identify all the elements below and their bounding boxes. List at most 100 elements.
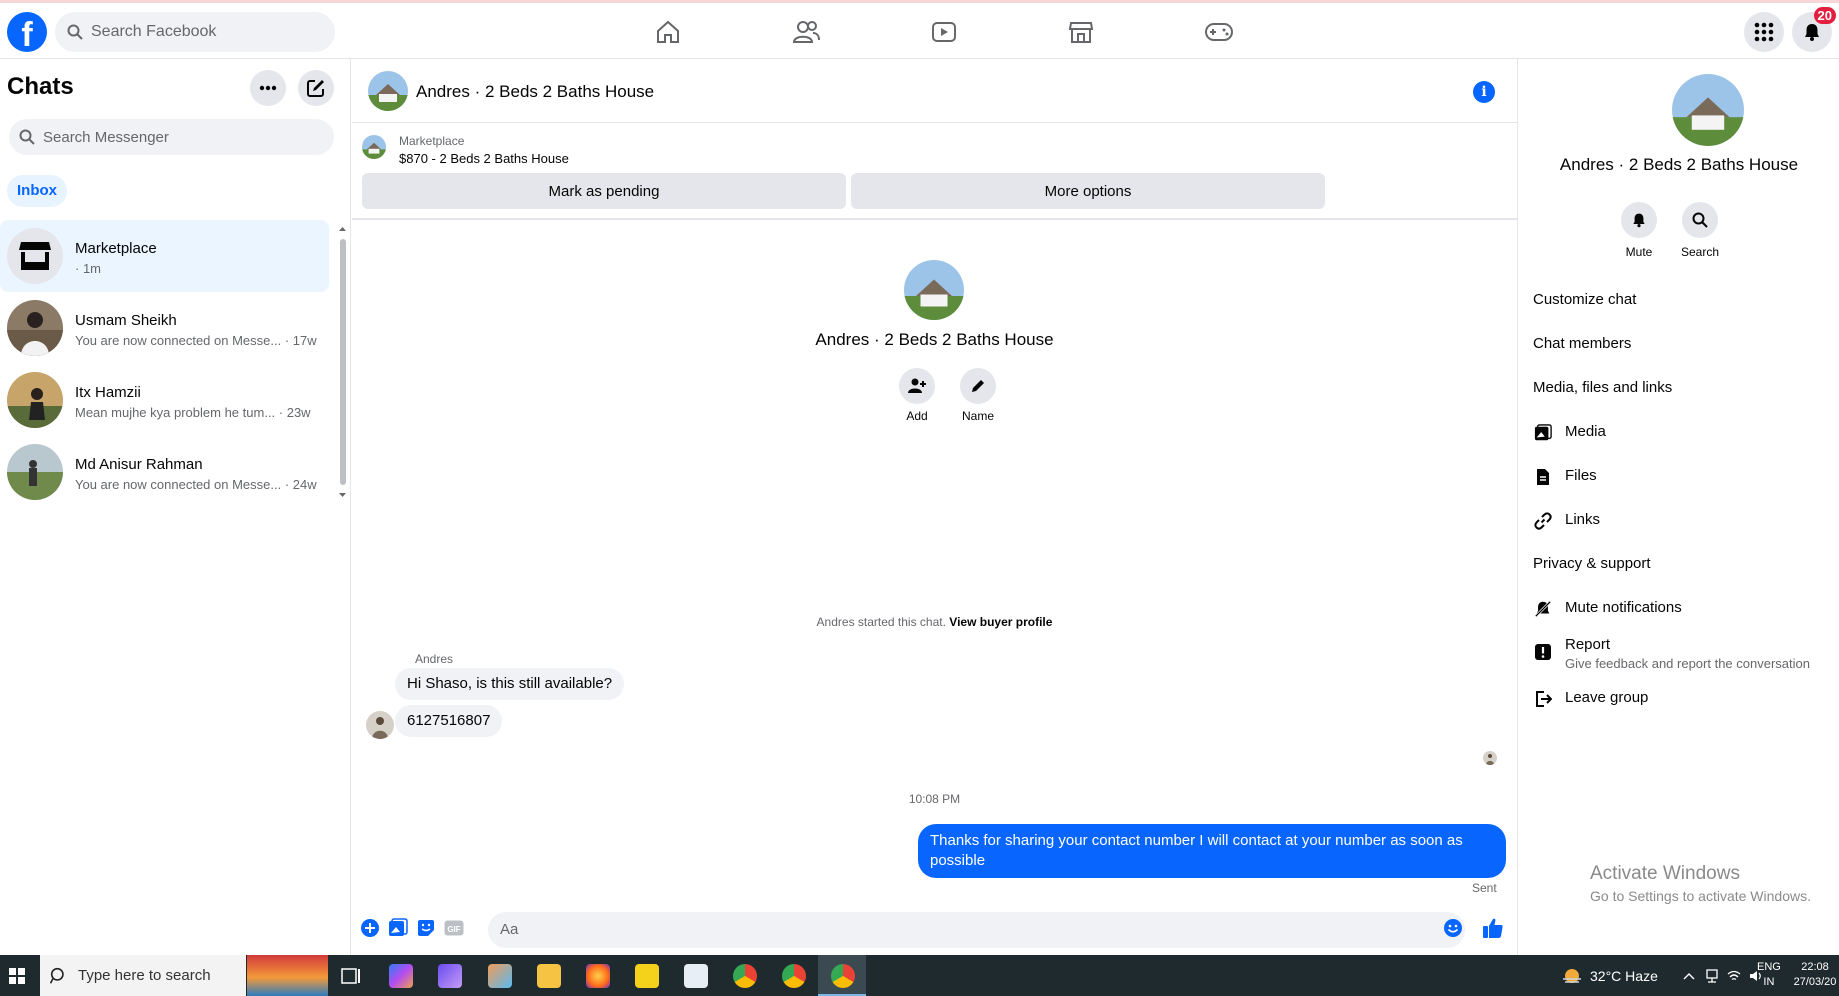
- search-icon: [67, 24, 83, 40]
- report-item[interactable]: Report Give feedback and report the conv…: [1533, 636, 1810, 671]
- search-conversation-button[interactable]: Search: [1670, 202, 1730, 259]
- notifications-button[interactable]: 20: [1792, 7, 1836, 52]
- messenger-search-input[interactable]: Search Messenger: [9, 119, 334, 155]
- privacy-support-section[interactable]: Privacy & support: [1533, 555, 1651, 572]
- like-icon[interactable]: [1482, 917, 1504, 939]
- chat-started-notice: Andres started this chat. View buyer pro…: [816, 615, 1053, 629]
- details-title: Andres · 2 Beds 2 Baths House: [1559, 155, 1799, 174]
- chrome-profile-icon[interactable]: [782, 964, 806, 988]
- avatar: [904, 260, 964, 320]
- links-item[interactable]: Links: [1533, 511, 1600, 531]
- add-people-button[interactable]: Add: [887, 368, 947, 423]
- gaming-icon[interactable]: [1204, 17, 1234, 47]
- mute-notifications-item[interactable]: Mute notifications: [1533, 599, 1682, 619]
- chat-list-item[interactable]: Marketplace · 1m: [0, 220, 329, 292]
- clock[interactable]: 22:08 27/03/20: [1791, 960, 1839, 990]
- menu-button[interactable]: [1744, 12, 1784, 52]
- activate-windows-watermark: Activate Windows Go to Settings to activ…: [1590, 863, 1811, 904]
- marketplace-icon[interactable]: [1066, 17, 1096, 47]
- conversation-title[interactable]: Andres · 2 Beds 2 Baths House: [416, 82, 654, 102]
- media-item[interactable]: Media: [1533, 423, 1606, 443]
- sticker-icon[interactable]: [415, 917, 437, 939]
- mute-notifications-label: Mute notifications: [1565, 599, 1682, 616]
- system-tray-icons[interactable]: [1683, 955, 1763, 996]
- avatar[interactable]: [368, 71, 408, 111]
- view-buyer-profile-link[interactable]: View buyer profile: [949, 615, 1052, 629]
- info-icon[interactable]: i: [1473, 81, 1495, 103]
- taskbar-search-input[interactable]: Type here to search: [40, 955, 246, 996]
- search-highlight-image[interactable]: [247, 955, 328, 996]
- start-button[interactable]: [0, 955, 33, 996]
- chat-list-scrollbar[interactable]: [340, 239, 346, 485]
- links-label: Links: [1565, 511, 1601, 528]
- chat-members-section[interactable]: Chat members: [1533, 335, 1631, 352]
- watermark-title: Activate Windows: [1590, 863, 1740, 884]
- region-code: IN: [1763, 976, 1775, 988]
- avatar[interactable]: [1672, 74, 1744, 146]
- facebook-logo[interactable]: f: [7, 12, 47, 52]
- new-message-button[interactable]: [298, 70, 334, 106]
- media-files-links-section[interactable]: Media, files and links: [1533, 379, 1672, 396]
- notepad-icon[interactable]: [684, 964, 708, 988]
- chrome-icon[interactable]: [733, 964, 757, 988]
- paint-icon[interactable]: [488, 964, 512, 988]
- weather-icon: [1563, 968, 1581, 983]
- firefox-icon[interactable]: [586, 964, 610, 988]
- image-icon[interactable]: [387, 917, 409, 939]
- mute-label: Mute: [1625, 245, 1653, 259]
- avatar: [366, 711, 394, 739]
- notification-badge: 20: [1813, 7, 1836, 24]
- task-view-icon[interactable]: [339, 964, 363, 988]
- chat-list-item[interactable]: Usmam Sheikh You are now connected on Me…: [0, 292, 329, 364]
- emoji-icon[interactable]: [1442, 917, 1464, 939]
- scroll-down-icon[interactable]: [338, 491, 347, 499]
- more-options-button[interactable]: More options: [851, 173, 1325, 209]
- name-chat-button[interactable]: Name: [948, 368, 1008, 423]
- watch-icon[interactable]: [929, 17, 959, 47]
- chat-list-item[interactable]: Itx Hamzii Mean mujhe kya problem he tum…: [0, 364, 329, 436]
- facebook-search-placeholder: Search Facebook: [91, 23, 217, 40]
- incoming-message[interactable]: 6127516807: [395, 705, 503, 737]
- outgoing-message[interactable]: Thanks for sharing your contact number I…: [918, 824, 1506, 878]
- inbox-filter-tab[interactable]: Inbox: [7, 175, 67, 207]
- chat-options-button[interactable]: [250, 70, 286, 106]
- link-icon: [1533, 511, 1553, 531]
- friends-icon[interactable]: [791, 17, 821, 47]
- compose-icon: [307, 80, 324, 97]
- chat-name: Md Anisur Rahman: [75, 456, 203, 473]
- grid-icon: [1754, 22, 1774, 42]
- avatar: [7, 444, 63, 500]
- chrome-active-icon[interactable]: [831, 964, 855, 988]
- facebook-search-input[interactable]: Search Facebook: [55, 12, 335, 52]
- message-input[interactable]: Aa: [488, 912, 1465, 948]
- plus-icon[interactable]: [359, 917, 381, 939]
- svg-text:GIF: GIF: [447, 925, 460, 934]
- mute-button[interactable]: Mute: [1609, 202, 1669, 259]
- chat-preview: You are now connected on Messe... · 24w: [75, 477, 317, 492]
- leave-group-item[interactable]: Leave group: [1533, 689, 1648, 709]
- pencil-icon: [972, 380, 984, 392]
- add-label: Add: [906, 409, 928, 423]
- search-icon: [50, 967, 64, 984]
- sticky-notes-icon[interactable]: [635, 964, 659, 988]
- incoming-message[interactable]: Hi Shaso, is this still available?: [395, 668, 625, 700]
- file-explorer-icon[interactable]: [537, 964, 561, 988]
- pen-app-icon[interactable]: [438, 964, 462, 988]
- name-label: Name: [961, 409, 994, 423]
- scroll-up-icon[interactable]: [338, 225, 347, 233]
- listing-thumbnail[interactable]: [362, 135, 386, 159]
- conversation-hero-title: Andres · 2 Beds 2 Baths House: [815, 330, 1054, 349]
- weather-widget[interactable]: 32°C Haze: [1561, 955, 1658, 996]
- home-icon[interactable]: [653, 17, 683, 47]
- marketplace-icon: [19, 242, 51, 270]
- files-item[interactable]: Files: [1533, 467, 1597, 487]
- file-icon: [1533, 467, 1553, 487]
- mark-as-pending-button[interactable]: Mark as pending: [362, 173, 846, 209]
- message-composer: GIF Aa: [352, 904, 1517, 954]
- copilot-icon[interactable]: [389, 964, 413, 988]
- customize-chat-section[interactable]: Customize chat: [1533, 291, 1636, 308]
- chat-list-item[interactable]: Md Anisur Rahman You are now connected o…: [0, 436, 329, 508]
- language-indicator[interactable]: ENG IN: [1757, 960, 1781, 990]
- gif-icon[interactable]: GIF: [443, 917, 465, 939]
- listing-title[interactable]: $870 - 2 Beds 2 Baths House: [399, 151, 569, 166]
